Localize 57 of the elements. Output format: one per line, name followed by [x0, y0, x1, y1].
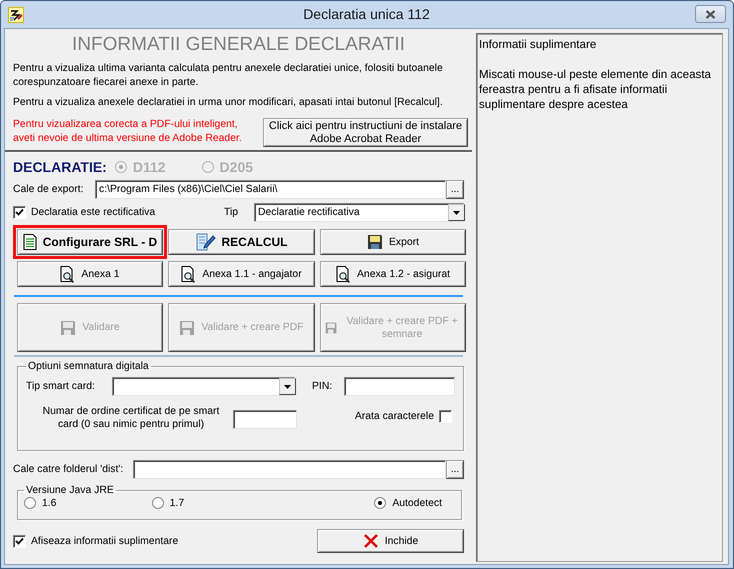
document-magnifier-icon	[181, 266, 196, 282]
close-dialog-button[interactable]: Inchide	[317, 529, 464, 553]
action-button[interactable]: RECALCUL	[168, 229, 315, 255]
radio-button[interactable]	[152, 497, 164, 509]
certificate-field[interactable]	[233, 410, 297, 429]
pin-field[interactable]	[344, 377, 455, 396]
radio-label: Autodetect	[392, 498, 442, 508]
path-field[interactable]	[133, 460, 446, 479]
annex-button[interactable]: Anexa 1	[17, 261, 163, 287]
browse-button[interactable]: ...	[446, 460, 464, 479]
field-label: Tip smart card:	[26, 381, 96, 392]
checkbox[interactable]	[439, 410, 452, 423]
annex-button[interactable]: Anexa 1.1 - angajator	[168, 261, 315, 287]
radio-label: D205	[220, 159, 254, 175]
declaration-label: DECLARATIE:	[13, 159, 107, 175]
section-heading: INFORMATII GENERALE DECLARATII	[71, 34, 406, 56]
document-pen-icon	[196, 233, 216, 251]
document-magnifier-icon	[336, 266, 351, 282]
close-button[interactable]	[695, 5, 726, 23]
path-field[interactable]: c:\Program Files (x86)\Ciel\Ciel Salarii\	[95, 180, 446, 199]
instruction-text: Pentru a vizualiza anexele declaratiei in urma unor modificari, apasati intai butonul [Recalcul].	[13, 96, 444, 110]
field-label: Cale catre folderul 'dist':	[13, 464, 124, 475]
document-magnifier-icon	[60, 266, 76, 282]
field-label: Tip	[224, 207, 240, 218]
group-title: Versiune Java JRE	[26, 485, 114, 496]
info-title: Informatii suplimentare	[479, 37, 598, 52]
cross-icon	[362, 533, 379, 549]
checkbox-label: Afiseaza informatii suplimentare	[31, 536, 178, 546]
radio-label: 1.6	[42, 498, 56, 508]
install-instructions-button[interactable]: Click aici pentru instructiuni de instalare Adobe Acrobat Reader	[263, 118, 468, 147]
window-title: Declaratia unica 112	[303, 6, 430, 22]
action-button[interactable]: Export	[320, 229, 466, 255]
radio-label: 1.7	[170, 498, 184, 508]
field-label: Cale de export:	[13, 184, 84, 195]
dropdown-arrow-icon	[453, 210, 460, 214]
radio-button[interactable]	[374, 497, 386, 509]
type-dropdown[interactable]: Declaratie rectificativa	[254, 203, 464, 222]
close-icon	[705, 10, 716, 18]
annex-button[interactable]: Anexa 1.2 - asigurat	[320, 261, 466, 287]
checkbox-label: Declaratia este rectificativa	[31, 207, 156, 218]
instruction-text: Pentru a vizualiza ultima varianta calculata pentru anexele declaratiei unice, folositi butoanele corespunzatoare fiecarei anexe in parte.	[13, 62, 444, 90]
checkbox[interactable]	[13, 206, 26, 219]
browse-button[interactable]: ...	[446, 180, 464, 199]
warning-text: Pentru vizualizarea corecta a PDF-ului inteligent, aveti nevoie de ultima versiune de Adobe Reader.	[13, 118, 243, 146]
checkbox[interactable]	[13, 534, 26, 548]
group-title: Optiuni semnatura digitala	[28, 361, 149, 372]
radio-label: D112	[132, 159, 166, 175]
field-label: Numar de ordine certificat de pe smart card (0 sau nimic pentru primul)	[42, 405, 220, 431]
radio-button[interactable]	[24, 497, 36, 509]
app-icon	[8, 6, 24, 22]
info-text: Miscati mouse-ul peste elemente din aceasta fereastra pentru a fi afisate informatii suplimentare despre acestea	[479, 67, 712, 112]
action-button[interactable]: Configurare SRL - D	[17, 229, 163, 255]
field-label: PIN:	[312, 381, 334, 392]
dropdown-arrow-icon	[284, 384, 291, 388]
checkbox-label: Arata caracterele	[354, 411, 434, 422]
smart-card-dropdown[interactable]	[112, 377, 295, 396]
document-icon	[22, 234, 37, 250]
